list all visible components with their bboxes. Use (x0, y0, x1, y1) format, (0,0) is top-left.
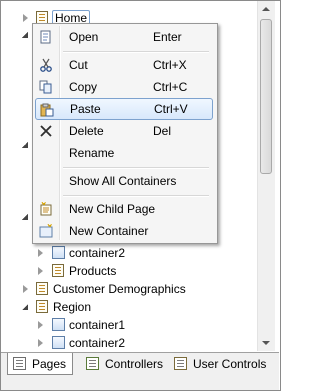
menu-separator (63, 51, 209, 53)
tree-node-label: container2 (69, 336, 126, 350)
pages-icon (13, 357, 26, 370)
page-icon (52, 264, 64, 277)
scrollbar-thumb[interactable] (260, 19, 272, 174)
menu-item-show-all-containers[interactable]: Show All Containers (35, 170, 213, 192)
collapse-arrow-icon[interactable] (22, 142, 28, 148)
new-container-icon (39, 224, 53, 238)
menu-item-label: Rename (69, 146, 115, 160)
tree-node-label: Region (53, 300, 92, 314)
menu-item-shortcut: Ctrl+C (153, 80, 188, 94)
tree-node-container2[interactable]: container2 (1, 334, 257, 351)
expand-arrow-icon[interactable] (23, 285, 28, 293)
expand-arrow-icon[interactable] (38, 339, 43, 347)
expand-arrow-icon[interactable] (38, 249, 43, 257)
expand-arrow-icon[interactable] (38, 267, 43, 275)
new-page-icon (40, 202, 52, 216)
menu-item-shortcut: Enter (153, 30, 182, 44)
menu-item-label: Copy (69, 80, 98, 94)
tree-node-customer-demographics[interactable]: Customer Demographics (1, 280, 257, 298)
tab-pages[interactable]: Pages (7, 353, 73, 375)
tree-node-products[interactable]: Products (1, 262, 257, 280)
tree-node-label: Customer Demographics (53, 282, 186, 296)
menu-item-label: Cut (69, 58, 88, 72)
menu-item-label: New Container (69, 224, 149, 238)
container-icon (52, 318, 65, 331)
page-icon (36, 282, 48, 295)
tab-controllers[interactable]: Controllers (81, 353, 165, 375)
tree-node-container1[interactable]: container1 (1, 316, 257, 334)
tab-label: User Controls (193, 357, 267, 371)
menu-item-label: Delete (69, 124, 104, 138)
menu-item-rename[interactable]: Rename (35, 142, 213, 164)
expand-arrow-icon[interactable] (23, 14, 28, 22)
paste-icon (40, 103, 54, 117)
menu-item-open[interactable]: Open Enter (35, 26, 213, 48)
menu-item-new-container[interactable]: New Container (35, 220, 213, 242)
scroll-down-arrow-icon[interactable] (262, 341, 270, 345)
delete-x-icon (40, 125, 52, 137)
menu-item-label: Open (69, 30, 99, 44)
menu-item-cut[interactable]: Cut Ctrl+X (35, 54, 213, 76)
menu-item-shortcut: Del (153, 124, 172, 138)
container-icon (52, 336, 65, 349)
menu-item-delete[interactable]: Delete Del (35, 120, 213, 142)
user-controls-icon (174, 357, 187, 370)
menu-separator (63, 195, 209, 197)
collapse-arrow-icon[interactable] (22, 304, 28, 310)
tab-label: Controllers (105, 357, 164, 371)
tree-node-label: Products (69, 264, 117, 278)
menu-item-label: Show All Containers (69, 174, 177, 188)
menu-separator (63, 167, 209, 169)
menu-item-label: New Child Page (69, 202, 156, 216)
tree-node-label: container2 (69, 246, 126, 260)
container-icon (52, 246, 65, 259)
menu-item-new-child-page[interactable]: New Child Page (35, 198, 213, 220)
collapse-arrow-icon[interactable] (22, 32, 28, 38)
copy-icon (39, 80, 52, 94)
menu-item-paste[interactable]: Paste Ctrl+V (35, 98, 213, 120)
context-menu: Open Enter Cut Ctrl+X Copy Ctrl+C Paste … (32, 23, 218, 244)
controllers-icon (86, 357, 99, 370)
vertical-scrollbar[interactable] (257, 1, 275, 351)
tree-node-region[interactable]: Region (1, 298, 257, 316)
menu-item-shortcut: Ctrl+V (154, 102, 188, 116)
explorer-tab-strip: Pages Controllers User Controls (1, 352, 279, 390)
menu-item-shortcut: Ctrl+X (153, 58, 187, 72)
menu-item-copy[interactable]: Copy Ctrl+C (35, 76, 213, 98)
expand-arrow-icon[interactable] (38, 321, 43, 329)
page-icon (36, 300, 48, 313)
tab-user-controls[interactable]: User Controls (169, 353, 275, 375)
menu-item-label: Paste (70, 102, 101, 116)
scissors-icon (40, 58, 52, 72)
scroll-up-arrow-icon[interactable] (262, 7, 270, 11)
collapse-arrow-icon[interactable] (22, 214, 28, 220)
tree-node-label: container1 (69, 318, 126, 332)
tree-node-container2[interactable]: container2 (1, 244, 257, 262)
tab-label: Pages (32, 357, 67, 371)
open-icon (40, 30, 51, 44)
